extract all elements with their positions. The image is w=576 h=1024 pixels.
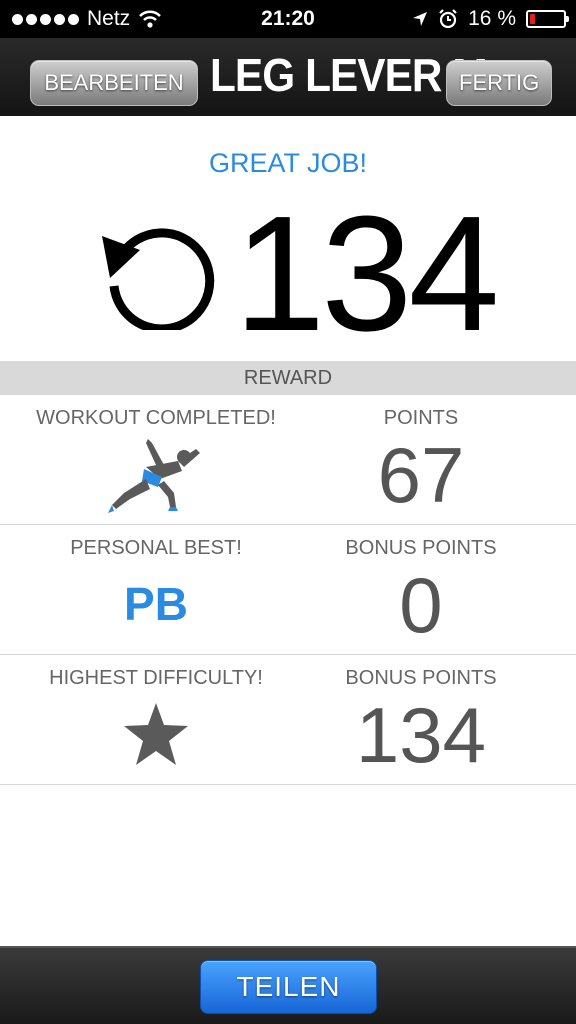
reward-row-workout: WORKOUT COMPLETED! POINTS 67 xyxy=(0,395,576,525)
points-value: 67 xyxy=(377,431,465,519)
bonus-points-label: BONUS POINTS xyxy=(345,667,497,689)
battery-icon xyxy=(526,10,569,28)
repetition-count: 134 xyxy=(234,182,500,365)
reward-header: REWARD xyxy=(0,361,576,395)
status-right: 16 % xyxy=(412,0,569,38)
done-button[interactable]: FERTIG xyxy=(446,60,552,106)
location-arrow-icon xyxy=(413,12,428,26)
battery-level xyxy=(530,14,536,24)
bonus-points-value: 0 xyxy=(399,561,443,649)
pb-badge: PB xyxy=(124,578,188,630)
points-label: POINTS xyxy=(383,407,459,429)
share-button[interactable]: TEILEN xyxy=(200,960,377,1014)
bonus-points-value: 134 xyxy=(355,691,487,779)
runner-icon xyxy=(108,439,200,513)
reward-row-personal-best: PERSONAL BEST! PB BONUS POINTS 0 xyxy=(0,525,576,655)
bottom-toolbar: TEILEN xyxy=(0,946,576,1024)
battery-percent: 16 % xyxy=(468,7,516,30)
navigation-bar: LEG LEVER M BEARBEITEN FERTIG xyxy=(0,38,576,116)
bonus-points-label: BONUS POINTS xyxy=(345,537,497,559)
star-icon xyxy=(124,703,188,765)
reward-row-difficulty: HIGHEST DIFFICULTY! BONUS POINTS 134 xyxy=(0,655,576,785)
personal-best-label: PERSONAL BEST! xyxy=(70,537,242,559)
edit-button[interactable]: BEARBEITEN xyxy=(30,60,198,106)
highest-difficulty-label: HIGHEST DIFFICULTY! xyxy=(49,667,263,689)
workout-completed-label: WORKOUT COMPLETED! xyxy=(36,407,276,429)
status-bar: Netz 21:20 16 % xyxy=(0,0,576,38)
alarm-icon xyxy=(439,9,457,29)
repeat-icon xyxy=(102,228,215,330)
great-job-message: GREAT JOB! xyxy=(208,148,368,178)
